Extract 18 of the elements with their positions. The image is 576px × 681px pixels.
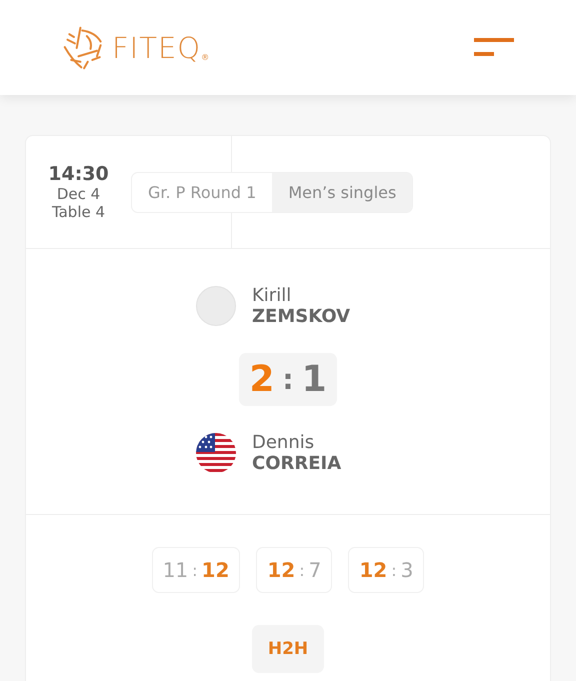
match-tag: Men’s singles	[272, 172, 412, 212]
player-last-name: CORREIA	[252, 453, 342, 474]
avatar-placeholder	[196, 286, 236, 326]
match-tag: Gr. P Round 1	[132, 172, 272, 212]
game-score: 12 : 3	[348, 547, 424, 593]
match-score: 2 : 1	[239, 353, 337, 406]
h2h-button[interactable]: H2H	[252, 625, 324, 673]
game-score: 12 : 7	[256, 547, 332, 593]
player-first-name: Kirill	[252, 285, 292, 306]
logo-text: FITEQ	[112, 30, 202, 64]
match-date: Dec 4	[56, 185, 100, 203]
match-time: 14:30	[48, 163, 109, 185]
player-last-name: ZEMSKOV	[252, 306, 350, 327]
game-score: 11 : 12	[152, 547, 240, 593]
table-label: Table 4	[52, 203, 106, 221]
player-first-name: Dennis	[252, 432, 316, 453]
flag-icon	[196, 433, 236, 473]
registered-mark: ®	[201, 52, 210, 62]
